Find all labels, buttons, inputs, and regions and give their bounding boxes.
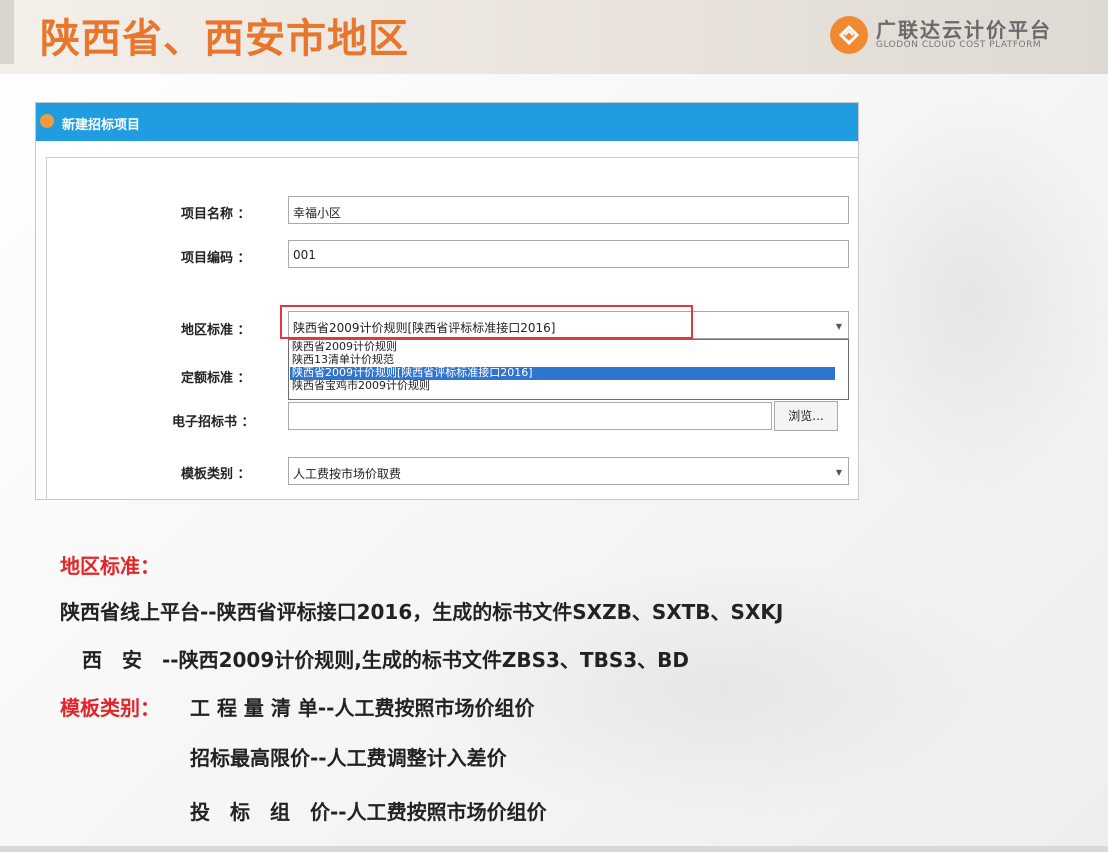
note-line-5: 投 标 组 价--人工费按照市场价组价 bbox=[190, 800, 547, 824]
explanation-notes: 地区标准： 陕西省线上平台--陕西省评标接口2016，生成的标书文件SXZB、S… bbox=[0, 0, 1108, 852]
note-line-4: 招标最高限价--人工费调整计入差价 bbox=[190, 746, 507, 770]
note-line-1: 陕西省线上平台--陕西省评标接口2016，生成的标书文件SXZB、SXTB、SX… bbox=[60, 600, 784, 624]
slide: 陕西省、西安市地区 广联达云计价平台 GLODON CLOUD COST PLA… bbox=[0, 0, 1108, 852]
region-heading: 地区标准： bbox=[60, 554, 160, 578]
template-heading: 模板类别： bbox=[60, 696, 160, 720]
note-line-2: 西 安 --陕西2009计价规则,生成的标书文件ZBS3、TBS3、BD bbox=[82, 648, 689, 672]
note-line-3: 工 程 量 清 单--人工费按照市场价组价 bbox=[190, 696, 535, 720]
bottom-divider bbox=[0, 846, 1108, 852]
